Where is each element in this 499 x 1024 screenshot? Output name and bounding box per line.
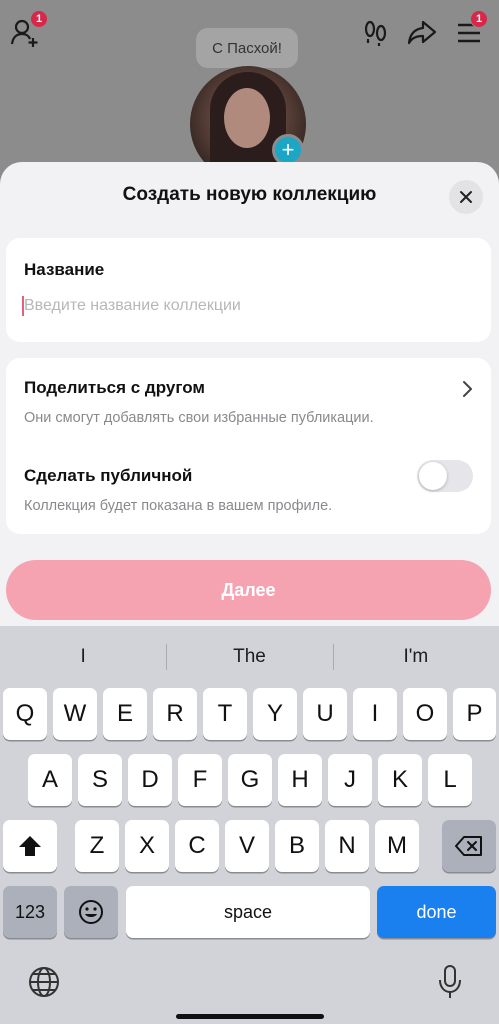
key-o[interactable]: O: [403, 688, 447, 740]
close-icon: [460, 191, 472, 203]
suggestion-item[interactable]: I: [0, 640, 166, 674]
key-m[interactable]: M: [375, 820, 419, 872]
key-w[interactable]: W: [53, 688, 97, 740]
backspace-key[interactable]: [442, 820, 496, 872]
toggle-knob: [419, 462, 447, 490]
home-indicator: [176, 1014, 324, 1019]
close-button[interactable]: [449, 180, 483, 214]
key-e[interactable]: E: [103, 688, 147, 740]
keyboard: I The I'm Q W E R T Y U I O P A S D F G …: [0, 626, 499, 1024]
share-description: Они смогут добавлять свои избранные публ…: [24, 410, 374, 426]
collection-name-input[interactable]: [22, 292, 472, 320]
suggestion-item[interactable]: The: [166, 640, 332, 674]
name-card: Название: [6, 238, 491, 342]
key-x[interactable]: X: [125, 820, 169, 872]
key-t[interactable]: T: [203, 688, 247, 740]
key-f[interactable]: F: [178, 754, 222, 806]
share-icon[interactable]: [406, 16, 438, 48]
key-n[interactable]: N: [325, 820, 369, 872]
key-z[interactable]: Z: [75, 820, 119, 872]
next-button[interactable]: Далее: [6, 560, 491, 620]
numbers-key[interactable]: 123: [3, 886, 57, 938]
suggestion-bar: I The I'm: [0, 640, 499, 674]
key-d[interactable]: D: [128, 754, 172, 806]
key-l[interactable]: L: [428, 754, 472, 806]
key-i[interactable]: I: [353, 688, 397, 740]
suggestion-item[interactable]: I'm: [332, 640, 499, 674]
public-description: Коллекция будет показана в вашем профиле…: [24, 498, 333, 514]
create-collection-sheet: Создать новую коллекцию Название Поделит…: [0, 162, 499, 632]
add-friend-badge: 1: [30, 10, 48, 28]
share-with-friend-row[interactable]: Поделиться с другом Они смогут добавлять…: [6, 358, 491, 444]
key-v[interactable]: V: [225, 820, 269, 872]
text-caret: [22, 296, 24, 316]
key-g[interactable]: G: [228, 754, 272, 806]
chevron-right-icon: [463, 381, 472, 397]
backspace-icon: [455, 836, 482, 856]
key-k[interactable]: K: [378, 754, 422, 806]
options-card: Поделиться с другом Они смогут добавлять…: [6, 358, 491, 534]
key-s[interactable]: S: [78, 754, 122, 806]
profile-background: 1 1 С Пасхой! +: [0, 0, 499, 182]
sheet-title: Создать новую коллекцию: [122, 184, 377, 205]
key-q[interactable]: Q: [3, 688, 47, 740]
story-bubble: С Пасхой!: [196, 28, 298, 68]
shift-icon: [19, 836, 41, 856]
space-key[interactable]: space: [126, 886, 370, 938]
public-toggle[interactable]: [417, 460, 473, 492]
done-key[interactable]: done: [377, 886, 496, 938]
key-j[interactable]: J: [328, 754, 372, 806]
globe-icon[interactable]: [28, 966, 60, 998]
key-r[interactable]: R: [153, 688, 197, 740]
key-p[interactable]: P: [453, 688, 496, 740]
emoji-icon: [79, 900, 103, 924]
share-label: Поделиться с другом: [24, 378, 205, 397]
key-h[interactable]: H: [278, 754, 322, 806]
key-u[interactable]: U: [303, 688, 347, 740]
footprints-icon[interactable]: [360, 16, 392, 48]
key-c[interactable]: C: [175, 820, 219, 872]
key-a[interactable]: A: [28, 754, 72, 806]
name-label: Название: [24, 260, 105, 279]
emoji-key[interactable]: [64, 886, 118, 938]
public-label: Сделать публичной: [24, 466, 193, 485]
shift-key[interactable]: [3, 820, 57, 872]
menu-badge: 1: [470, 10, 488, 28]
key-b[interactable]: B: [275, 820, 319, 872]
microphone-icon[interactable]: [436, 964, 464, 1000]
avatar-face: [224, 88, 270, 148]
key-y[interactable]: Y: [253, 688, 297, 740]
